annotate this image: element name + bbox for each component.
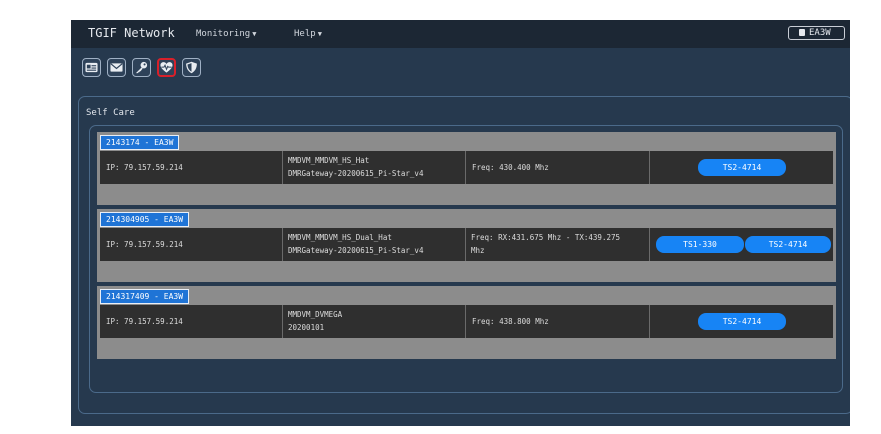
modem-name: MMDVM_MMDVM_HS_Hat [288, 156, 370, 165]
timeslot-button[interactable]: TS1-330 [656, 236, 744, 253]
modem-name: MMDVM_MMDVM_HS_Dual_Hat [288, 233, 392, 242]
ip-cell: IP: 79.157.59.214 [100, 305, 283, 338]
brand-link[interactable]: TGIF Network [88, 26, 175, 40]
ip-address: IP: 79.157.59.214 [106, 163, 183, 172]
timeslot-cell: TS1-330 TS2-4714 [650, 228, 833, 261]
timeslot-button[interactable]: TS2-4714 [698, 313, 786, 330]
hotspot-card-title: 2143174 - EA3W [100, 135, 180, 150]
ip-address: IP: 79.157.59.214 [106, 240, 183, 249]
menu-help-label: Help [294, 29, 316, 39]
ip-address: IP: 79.157.59.214 [106, 317, 183, 326]
frequency-text: Freq: 438.800 Mhz [472, 317, 549, 326]
hotspot-card: 214304905 - EA3W IP: 79.157.59.214 MMDVM… [97, 209, 836, 282]
navbar: TGIF Network Monitoring ▼ Help ▼ EA3W [71, 20, 850, 48]
caret-down-icon: ▼ [317, 30, 322, 38]
frequency-unit: Mhz [471, 246, 485, 255]
hotspot-card: 2143174 - EA3W IP: 79.157.59.214 MMDVM_M… [97, 132, 836, 205]
key-button[interactable] [132, 58, 151, 77]
timeslot-button[interactable]: TS2-4714 [698, 159, 786, 176]
ip-cell: IP: 79.157.59.214 [100, 228, 283, 261]
hotspot-row: IP: 79.157.59.214 MMDVM_DVMEGA 20200101 … [100, 305, 833, 338]
user-button[interactable]: EA3W [788, 26, 845, 40]
menu-monitoring-label: Monitoring [196, 29, 251, 39]
frequency-cell: Freq: RX:431.675 Mhz - TX:439.275 Mhz [466, 228, 650, 261]
gateway-version: DMRGateway-20200615_Pi-Star_v4 [288, 246, 424, 255]
timeslot-button[interactable]: TS2-4714 [745, 236, 831, 253]
menu-monitoring[interactable]: Monitoring ▼ [196, 29, 256, 39]
messages-button[interactable] [107, 58, 126, 77]
frequency-text: Freq: RX:431.675 Mhz - TX:439.275 [471, 233, 621, 242]
security-button[interactable] [182, 58, 201, 77]
hardware-cell: MMDVM_DVMEGA 20200101 [283, 305, 466, 338]
modem-name: MMDVM_DVMEGA [288, 310, 343, 319]
shield-icon [186, 61, 197, 74]
id-card-button[interactable] [82, 58, 101, 77]
frequency-cell: Freq: 438.800 Mhz [466, 305, 650, 338]
self-care-button[interactable] [157, 58, 176, 77]
hotspot-card-title: 214317409 - EA3W [100, 289, 190, 304]
timeslot-cell: TS2-4714 [650, 151, 833, 184]
user-callsign: EA3W [809, 28, 831, 38]
profile-toolbar [79, 56, 210, 84]
hardware-cell: MMDVM_MMDVM_HS_Hat DMRGateway-20200615_P… [283, 151, 466, 184]
panel-title: Self Care [86, 108, 135, 118]
gateway-version: DMRGateway-20200615_Pi-Star_v4 [288, 169, 424, 178]
self-care-panel: Self Care 2143174 - EA3W IP: 79.157.59.2… [78, 96, 850, 414]
hardware-cell: MMDVM_MMDVM_HS_Dual_Hat DMRGateway-20200… [283, 228, 466, 261]
frequency-text: Freq: 430.400 Mhz [472, 163, 549, 172]
frequency-cell: Freq: 430.400 Mhz [466, 151, 650, 184]
id-card-icon [85, 62, 98, 73]
firmware-version: 20200101 [288, 323, 325, 332]
timeslot-cell: TS2-4714 [650, 305, 833, 338]
app-window: TGIF Network Monitoring ▼ Help ▼ EA3W Se… [71, 20, 850, 426]
ip-cell: IP: 79.157.59.214 [100, 151, 283, 184]
hotspot-row: IP: 79.157.59.214 MMDVM_MMDVM_HS_Hat DMR… [100, 151, 833, 184]
user-icon [799, 29, 805, 36]
menu-help[interactable]: Help ▼ [294, 29, 322, 39]
envelope-icon [110, 63, 123, 72]
heartbeat-icon [160, 62, 173, 73]
caret-down-icon: ▼ [252, 30, 257, 38]
hotspot-row: IP: 79.157.59.214 MMDVM_MMDVM_HS_Dual_Ha… [100, 228, 833, 261]
key-icon [135, 61, 148, 74]
hotspot-card-title: 214304905 - EA3W [100, 212, 190, 227]
hotspot-list: 2143174 - EA3W IP: 79.157.59.214 MMDVM_M… [89, 125, 843, 393]
hotspot-card: 214317409 - EA3W IP: 79.157.59.214 MMDVM… [97, 286, 836, 359]
